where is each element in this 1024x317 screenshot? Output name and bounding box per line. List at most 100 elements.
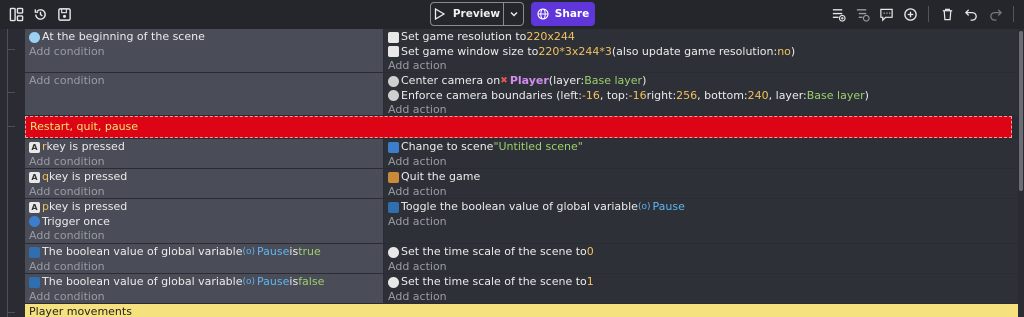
event-row: Add condition Center camera on ✖ Player (…: [25, 73, 1018, 116]
add-icon[interactable]: [900, 5, 920, 23]
conditions-column[interactable]: At the beginning of the scene Add condit…: [25, 29, 384, 72]
vertical-scrollbar[interactable]: [1018, 29, 1024, 317]
add-action-link[interactable]: Add action: [388, 59, 1014, 74]
add-event-icon[interactable]: [828, 5, 848, 23]
toolbar: Preview Share: [0, 0, 1024, 29]
variable-name: Pause: [257, 275, 290, 288]
actions-column[interactable]: Center camera on ✖ Player (layer: Base la…: [384, 73, 1018, 116]
action-text: , top:: [599, 88, 629, 102]
add-action-link[interactable]: Add action: [388, 215, 1014, 230]
add-condition-link[interactable]: Add condition: [29, 155, 379, 170]
action[interactable]: Center camera on ✖ Player (layer: Base la…: [388, 74, 1014, 89]
toolbar-divider: [1013, 6, 1014, 22]
actions-column[interactable]: Toggle the boolean value of global varia…: [384, 199, 1018, 243]
clock-icon: [388, 276, 399, 288]
action-value: 0: [586, 245, 594, 258]
object-icon: ✖: [500, 76, 508, 86]
condition-text: is: [289, 275, 299, 288]
comment-restart-quit-pause[interactable]: Restart, quit, pause: [25, 116, 1012, 138]
conditions-column[interactable]: The boolean value of global variable (o)…: [25, 274, 384, 303]
layer-name: Base layer: [584, 74, 643, 87]
action-text: Quit the game: [401, 170, 481, 183]
action-text: ): [864, 88, 869, 102]
condition[interactable]: At the beginning of the scene: [29, 30, 379, 45]
tree-tick: [7, 92, 15, 93]
condition[interactable]: A p key is pressed: [29, 200, 379, 215]
action-value: -16: [581, 88, 600, 102]
action[interactable]: Toggle the boolean value of global varia…: [388, 200, 1014, 215]
actions-column[interactable]: Set the time scale of the scene to 1 Add…: [384, 274, 1018, 303]
play-icon: [434, 8, 445, 20]
actions-column[interactable]: Change to scene "Untitled scene" Add act…: [384, 139, 1018, 168]
add-condition-link[interactable]: Add condition: [29, 185, 379, 200]
toolbar-left: [6, 5, 74, 23]
condition[interactable]: A r key is pressed: [29, 140, 379, 155]
conditions-column[interactable]: Add condition: [25, 73, 384, 115]
action[interactable]: Quit the game: [388, 170, 1014, 185]
action-value: 220*3x244*3: [538, 44, 612, 58]
variable-name: Pause: [652, 200, 685, 213]
window-icon: [388, 31, 399, 43]
action-value: 220x244: [526, 30, 575, 43]
boolean-value: true: [298, 245, 321, 258]
add-condition-link[interactable]: Add condition: [29, 74, 379, 89]
clock-icon: [388, 246, 399, 258]
condition[interactable]: The boolean value of global variable (o)…: [29, 245, 379, 260]
condition[interactable]: A q key is pressed: [29, 170, 379, 185]
action-text: Enforce camera boundaries (left:: [401, 88, 582, 102]
history-icon[interactable]: [30, 5, 50, 23]
action[interactable]: Set game resolution to 220x244: [388, 30, 1014, 45]
action[interactable]: Enforce camera boundaries (left: -16, to…: [388, 89, 1014, 104]
global-variable-icon: (o): [637, 202, 651, 212]
event-row: A q key is pressed Add condition Quit th…: [25, 169, 1018, 198]
action[interactable]: Set game window size to 220*3x244*3 (als…: [388, 45, 1014, 60]
condition[interactable]: Trigger once: [29, 215, 379, 230]
add-subevent-icon[interactable]: [852, 5, 872, 23]
action-value: 256: [676, 88, 698, 102]
add-condition-link[interactable]: Add condition: [29, 45, 379, 60]
add-action-link[interactable]: Add action: [388, 290, 1014, 305]
preview-dropdown-button[interactable]: [504, 2, 524, 26]
delete-icon[interactable]: [937, 5, 957, 23]
share-button[interactable]: Share: [531, 2, 595, 26]
add-condition-link[interactable]: Add condition: [29, 229, 379, 244]
add-action-link[interactable]: Add action: [388, 155, 1014, 170]
actions-column[interactable]: Quit the game Add action: [384, 169, 1018, 198]
add-condition-link[interactable]: Add condition: [29, 290, 379, 305]
redo-icon[interactable]: [985, 5, 1005, 23]
add-action-link[interactable]: Add action: [388, 185, 1014, 200]
keyboard-icon: A: [29, 141, 40, 153]
action-text: Center camera on: [401, 74, 501, 87]
variable-icon: [29, 276, 40, 288]
preview-button[interactable]: Preview: [430, 2, 504, 26]
add-action-link[interactable]: Add action: [388, 260, 1014, 275]
camera-icon: [388, 90, 399, 102]
condition[interactable]: The boolean value of global variable (o)…: [29, 275, 379, 290]
key-name: q: [42, 170, 49, 183]
event-row: The boolean value of global variable (o)…: [25, 244, 1018, 273]
key-name: p: [42, 200, 49, 213]
change-scene-icon: [388, 141, 399, 153]
layer-name: Base layer: [806, 88, 865, 102]
add-condition-link[interactable]: Add condition: [29, 260, 379, 275]
actions-column[interactable]: Set the time scale of the scene to 0 Add…: [384, 244, 1018, 273]
action-text: Toggle the boolean value of global varia…: [401, 200, 638, 213]
undo-icon[interactable]: [961, 5, 981, 23]
action[interactable]: Set the time scale of the scene to 1: [388, 275, 1014, 290]
add-comment-icon[interactable]: [876, 5, 896, 23]
save-icon[interactable]: [54, 5, 74, 23]
conditions-column[interactable]: A q key is pressed Add condition: [25, 169, 384, 198]
condition-text: At the beginning of the scene: [42, 30, 205, 43]
action[interactable]: Change to scene "Untitled scene": [388, 140, 1014, 155]
conditions-column[interactable]: The boolean value of global variable (o)…: [25, 244, 384, 273]
action-text: right:: [646, 88, 677, 102]
conditions-column[interactable]: A p key is pressed Trigger once Add cond…: [25, 199, 384, 243]
conditions-column[interactable]: A r key is pressed Add condition: [25, 139, 384, 168]
layout-icon[interactable]: [6, 5, 26, 23]
condition-text: Trigger once: [42, 214, 110, 228]
comment-player-movements[interactable]: Player movements: [25, 304, 1018, 317]
scrollbar-thumb[interactable]: [1019, 31, 1023, 191]
actions-column[interactable]: Set game resolution to 220x244 Set game …: [384, 29, 1018, 72]
object-name: Player: [509, 74, 549, 87]
action[interactable]: Set the time scale of the scene to 0: [388, 245, 1014, 260]
